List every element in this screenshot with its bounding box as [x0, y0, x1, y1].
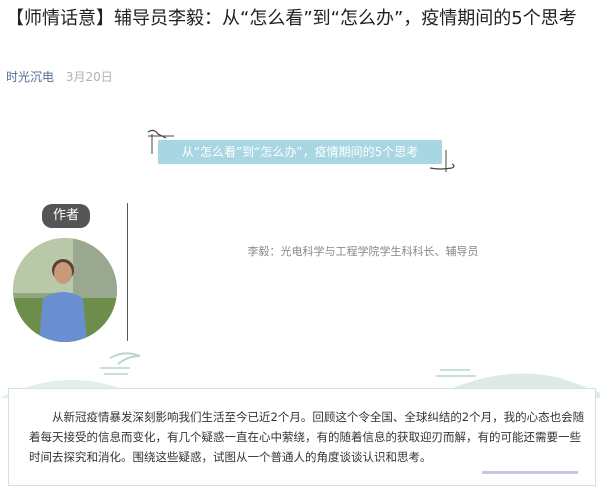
- publish-date: 3月20日: [65, 70, 113, 84]
- vertical-divider: [127, 203, 128, 341]
- decorative-underline: [482, 471, 578, 474]
- intro-paragraph: 从新冠疫情暴发深刻影响我们生活至今已近2个月。回顾这个令全国、全球纠结的2个月，…: [29, 410, 585, 464]
- author-badge: 作者: [42, 204, 90, 228]
- article-meta: 时光沉电 3月20日: [6, 68, 113, 85]
- section-banner: 从“怎么看”到“怎么办”，疫情期间的5个思考: [140, 124, 470, 184]
- author-avatar: [13, 238, 117, 342]
- author-info: 李毅：光电科学与工程学院学生科科长、辅导员: [247, 245, 479, 258]
- banner-text: 从“怎么看”到“怎么办”，疫情期间的5个思考: [158, 140, 442, 164]
- article-title: 【师情话意】辅导员李毅：从“怎么看”到“怎么办”，疫情期间的5个思考: [6, 8, 577, 29]
- account-name-link[interactable]: 时光沉电: [6, 70, 54, 84]
